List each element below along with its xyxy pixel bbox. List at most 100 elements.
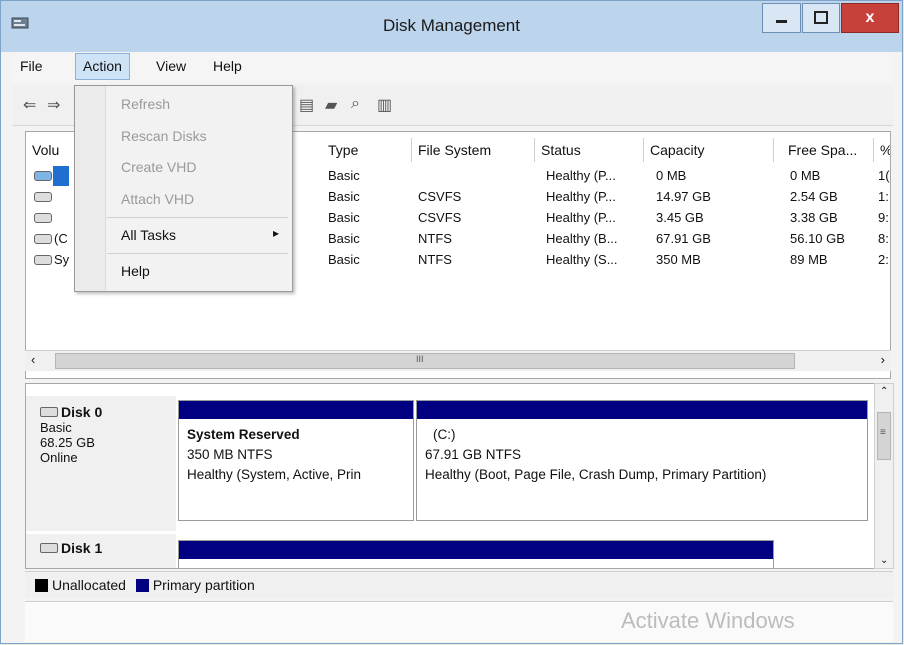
- scroll-left-icon[interactable]: ‹: [31, 352, 35, 367]
- vertical-scroll-thumb[interactable]: ≡: [877, 412, 891, 460]
- volume-icon: [34, 234, 52, 244]
- selected-volume-highlight: [53, 166, 69, 186]
- cell-volume: (C: [54, 231, 68, 246]
- cell-volume: Sy: [54, 252, 70, 267]
- legend-primary: Primary partition: [152, 577, 255, 593]
- help-book-icon[interactable]: ▥: [377, 95, 392, 115]
- scroll-grip-icon: III: [416, 354, 424, 364]
- menu-separator: [107, 217, 288, 218]
- menu-separator: [107, 253, 288, 254]
- partition-status: Healthy (Boot, Page File, Crash Dump, Pr…: [425, 467, 767, 482]
- column-type[interactable]: Type: [322, 138, 412, 162]
- cell-capacity: 0 MB: [656, 168, 687, 183]
- scroll-right-icon[interactable]: ›: [881, 352, 885, 367]
- properties-icon[interactable]: ▤: [299, 95, 314, 115]
- horizontal-scroll-thumb[interactable]: III: [55, 353, 795, 369]
- cell-type: Basic: [328, 168, 360, 183]
- menu-item-refresh[interactable]: Refresh: [121, 96, 170, 112]
- cell-percent-free: 8:: [878, 231, 889, 246]
- partition-title: System Reserved: [187, 427, 300, 442]
- activation-watermark: Activate Windows: [621, 608, 795, 633]
- disk-0-kind: Basic: [40, 420, 72, 435]
- primary-partition-bar: [179, 401, 413, 419]
- menu-file[interactable]: File: [13, 53, 50, 80]
- cell-file-system: CSVFS: [418, 189, 462, 204]
- menu-item-rescan-disks[interactable]: Rescan Disks: [121, 128, 207, 144]
- back-arrow-icon[interactable]: ⇐: [23, 95, 36, 115]
- action-menu-dropdown: Refresh Rescan Disks Create VHD Attach V…: [74, 85, 293, 292]
- disk-1-label[interactable]: Disk 1: [26, 534, 176, 568]
- primary-partition-bar: [179, 541, 773, 559]
- volume-icon: [34, 192, 52, 202]
- disk-icon: [40, 407, 58, 417]
- cell-capacity: 3.45 GB: [656, 210, 704, 225]
- cell-file-system: NTFS: [418, 231, 452, 246]
- cell-status: Healthy (B...: [546, 231, 618, 246]
- menu-bar: File Action View Help: [13, 53, 893, 82]
- scroll-down-icon[interactable]: ⌄: [880, 555, 888, 566]
- cell-type: Basic: [328, 231, 360, 246]
- disk-1-name: Disk 1: [61, 540, 103, 556]
- disk-1-partition[interactable]: [178, 540, 774, 568]
- cell-free-space: 2.54 GB: [790, 189, 838, 204]
- zoom-icon[interactable]: ⌕: [351, 95, 360, 113]
- minimize-button[interactable]: [762, 3, 801, 33]
- cell-capacity: 67.91 GB: [656, 231, 711, 246]
- menu-help[interactable]: Help: [206, 53, 249, 80]
- minimize-icon: [776, 20, 787, 23]
- disk-icon: [40, 543, 58, 553]
- unallocated-swatch: [35, 579, 48, 592]
- cell-file-system: CSVFS: [418, 210, 462, 225]
- volume-icon: [34, 213, 52, 223]
- column-capacity[interactable]: Capacity: [644, 138, 774, 162]
- disk-graphical-view: Disk 0 Basic 68.25 GB Online System Rese…: [25, 383, 875, 569]
- legend: Unallocated Primary partition: [25, 571, 893, 598]
- close-button[interactable]: x: [841, 3, 899, 33]
- column-status[interactable]: Status: [535, 138, 644, 162]
- maximize-icon: [814, 11, 828, 24]
- cell-status: Healthy (S...: [546, 252, 618, 267]
- volume-icon: [34, 171, 52, 181]
- column-file-system[interactable]: File System: [412, 138, 535, 162]
- cell-file-system: NTFS: [418, 252, 452, 267]
- cell-percent-free: 1(: [878, 168, 890, 183]
- submenu-arrow-icon: ▸: [273, 226, 280, 240]
- title-bar[interactable]: Disk Management x: [1, 1, 902, 52]
- menu-view[interactable]: View: [149, 53, 193, 80]
- cell-free-space: 56.10 GB: [790, 231, 845, 246]
- forward-arrow-icon[interactable]: ⇒: [47, 95, 60, 115]
- scroll-grip-icon: ≡: [880, 427, 886, 438]
- menu-item-create-vhd[interactable]: Create VHD: [121, 159, 196, 175]
- partition-c[interactable]: (C:) 67.91 GB NTFS Healthy (Boot, Page F…: [416, 400, 868, 521]
- menu-item-all-tasks[interactable]: All Tasks: [121, 227, 176, 243]
- partition-fs: 350 MB NTFS: [187, 447, 273, 462]
- cell-free-space: 0 MB: [790, 168, 821, 183]
- cell-status: Healthy (P...: [546, 189, 616, 204]
- partition-fs: 67.91 GB NTFS: [425, 447, 522, 462]
- cell-capacity: 14.97 GB: [656, 189, 711, 204]
- maximize-button[interactable]: [802, 3, 840, 33]
- primary-partition-swatch: [135, 579, 149, 592]
- menu-item-attach-vhd[interactable]: Attach VHD: [121, 191, 194, 207]
- scroll-up-icon[interactable]: ⌃: [880, 386, 888, 397]
- horizontal-scrollbar[interactable]: ‹ III ›: [25, 350, 891, 371]
- vertical-scrollbar[interactable]: ⌃ ≡ ⌄: [874, 383, 894, 569]
- partition-system-reserved[interactable]: System Reserved 350 MB NTFS Healthy (Sys…: [178, 400, 414, 521]
- cell-status: Healthy (P...: [546, 210, 616, 225]
- column-free-space[interactable]: Free Spa...: [782, 138, 874, 162]
- menu-action[interactable]: Action: [75, 53, 130, 80]
- partition-status: Healthy (System, Active, Prin: [187, 467, 362, 482]
- primary-partition-bar: [417, 401, 867, 419]
- cell-free-space: 89 MB: [790, 252, 828, 267]
- open-icon[interactable]: ▰: [325, 95, 337, 115]
- cell-type: Basic: [328, 189, 360, 204]
- menu-item-help[interactable]: Help: [121, 263, 150, 279]
- disk-0-size: 68.25 GB: [40, 435, 95, 450]
- disk-0-label[interactable]: Disk 0 Basic 68.25 GB Online: [26, 396, 176, 531]
- cell-percent-free: 9:: [878, 210, 889, 225]
- disk-0-state: Online: [40, 450, 78, 465]
- cell-type: Basic: [328, 252, 360, 267]
- disk-management-window: Disk Management x File Action View Help …: [0, 0, 903, 644]
- cell-free-space: 3.38 GB: [790, 210, 838, 225]
- column-percent-free[interactable]: %: [874, 138, 890, 162]
